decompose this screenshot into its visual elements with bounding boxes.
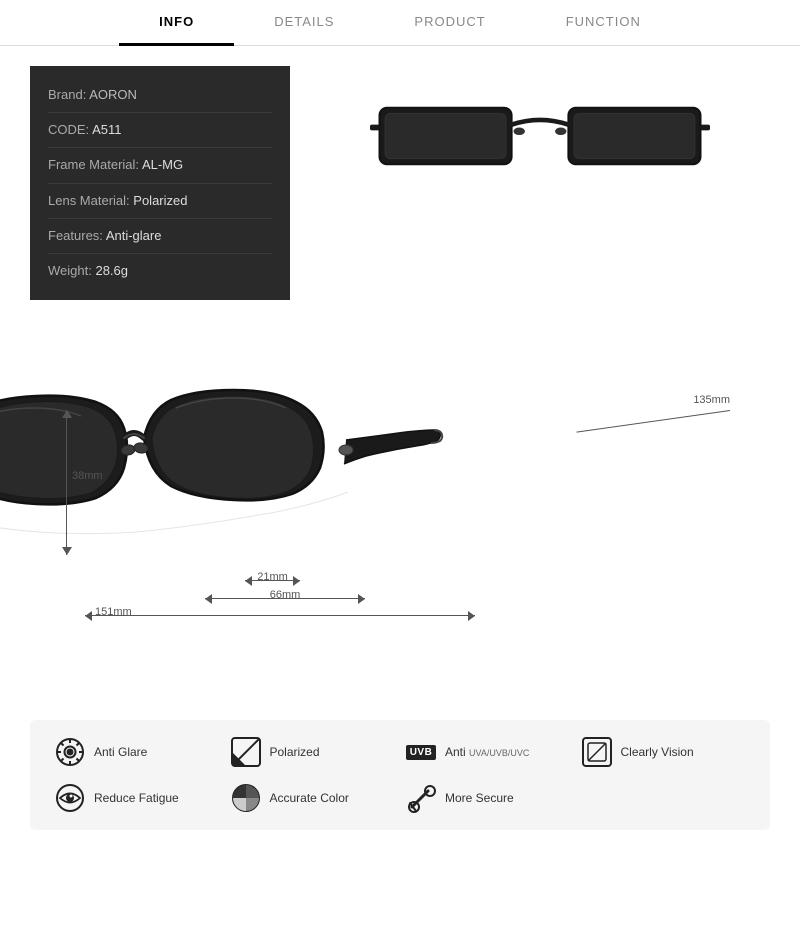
brand-label: Brand: — [48, 87, 86, 102]
dim-lens-width: 66mm — [205, 588, 365, 601]
navigation-tabs: INFO DETAILS PRODUCT FUNCTION — [0, 0, 800, 46]
more-secure-label: More Secure — [445, 791, 514, 805]
code-label: CODE: — [48, 122, 89, 137]
lens-value: Polarized — [133, 193, 187, 208]
height-label: 38mm — [72, 470, 103, 482]
dimensions-section: 38mm 135mm 21mm 151mm — [30, 330, 770, 700]
polarized-icon — [230, 736, 262, 768]
feature-reduce-fatigue: Reduce Fatigue — [54, 782, 220, 814]
vision-icon — [581, 736, 613, 768]
anti-glare-label: Anti Glare — [94, 745, 147, 759]
feature-vision: Clearly Vision — [581, 736, 747, 768]
lens-label: Lens Material: — [48, 193, 130, 208]
info-row-lens: Lens Material: Polarized — [48, 184, 272, 219]
weight-value: 28.6g — [95, 263, 128, 278]
uvb-icon: UVB — [405, 736, 437, 768]
uvb-badge: UVB — [406, 745, 437, 760]
frame-value: AL-MG — [142, 157, 183, 172]
info-row-code: CODE: A511 — [48, 113, 272, 148]
dim-bridge: 21mm — [245, 570, 300, 583]
feature-polarized: Polarized — [230, 736, 396, 768]
lens-width-label: 66mm — [205, 589, 365, 601]
dim-total-width: 151mm — [85, 605, 475, 618]
temple-label: 135mm — [693, 394, 730, 406]
accurate-color-label: Accurate Color — [270, 791, 349, 805]
product-image-top — [310, 66, 770, 206]
tab-details[interactable]: DETAILS — [234, 0, 374, 46]
info-row-features: Features: Anti-glare — [48, 219, 272, 254]
polarized-label: Polarized — [270, 745, 320, 759]
color-icon — [230, 782, 262, 814]
feature-more-secure: More Secure — [405, 782, 571, 814]
total-width-label: 151mm — [85, 606, 475, 618]
tab-info[interactable]: INFO — [119, 0, 234, 46]
uvb-label: Anti UVA/UVB/UVC — [445, 745, 529, 759]
info-row-frame: Frame Material: AL-MG — [48, 148, 272, 183]
secure-icon — [405, 782, 437, 814]
eye-icon — [54, 782, 86, 814]
reduce-fatigue-label: Reduce Fatigue — [94, 791, 179, 805]
gear-sun-icon — [54, 736, 86, 768]
tab-function[interactable]: FUNCTION — [526, 0, 681, 46]
info-row-brand: Brand: AORON — [48, 78, 272, 113]
features-value: Anti-glare — [106, 228, 162, 243]
frame-label: Frame Material: — [48, 157, 139, 172]
tab-product[interactable]: PRODUCT — [374, 0, 525, 46]
top-row: Brand: AORON CODE: A511 Frame Material: … — [30, 66, 770, 300]
feature-accurate-color: Accurate Color — [230, 782, 396, 814]
feature-anti-glare: Anti Glare — [54, 736, 220, 768]
code-value: A511 — [92, 122, 121, 137]
weight-label: Weight: — [48, 263, 92, 278]
info-row-weight: Weight: 28.6g — [48, 254, 272, 288]
vision-label: Clearly Vision — [621, 745, 694, 759]
main-content: Brand: AORON CODE: A511 Frame Material: … — [0, 46, 800, 850]
feature-uvb: UVB Anti UVA/UVB/UVC — [405, 736, 571, 768]
glasses-top-image — [370, 76, 710, 196]
bridge-label: 21mm — [245, 571, 300, 583]
info-box: Brand: AORON CODE: A511 Frame Material: … — [30, 66, 290, 300]
features-label: Features: — [48, 228, 103, 243]
features-bar: Anti Glare Polarized UVB Anti UVA/UVB/UV… — [30, 720, 770, 830]
